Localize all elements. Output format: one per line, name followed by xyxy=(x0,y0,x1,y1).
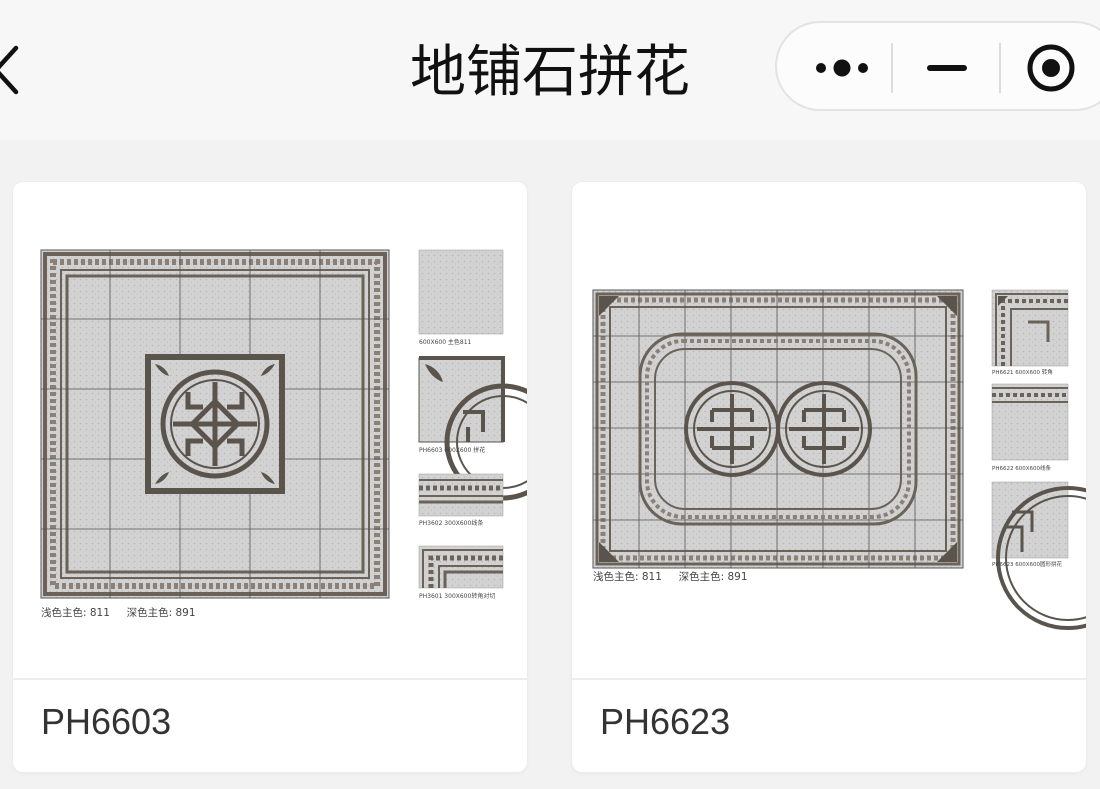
close-target-icon xyxy=(1027,44,1075,92)
product-card[interactable]: PH6621 600X600 转角 PH6622 600X600线条 PH662… xyxy=(572,182,1086,772)
color-label: 浅色主色: 811 深色主色: 891 xyxy=(41,606,196,619)
pattern-drawing-ph6603: 600X600 主色811 PH6603 600X600 拼花 PH3602 3… xyxy=(40,249,527,619)
product-image: 600X600 主色811 PH6603 600X600 拼花 PH3602 3… xyxy=(13,182,527,680)
tile-caption: PH6623 600X600圆形拼花 xyxy=(992,560,1062,568)
tile-caption: PH3601 300X600转角对切 xyxy=(419,592,495,600)
pattern-drawing-ph6623: PH6621 600X600 转角 PH6622 600X600线条 PH662… xyxy=(592,289,1086,630)
product-image: PH6621 600X600 转角 PH6622 600X600线条 PH662… xyxy=(572,182,1086,680)
tile-caption: PH6621 600X600 转角 xyxy=(992,368,1053,376)
tile-caption: PH6622 600X600线条 xyxy=(992,464,1051,472)
product-code: PH6603 xyxy=(41,701,172,742)
tile-caption: 600X600 主色811 xyxy=(419,338,472,346)
tile-caption: PH6603 600X600 拼花 xyxy=(419,446,485,454)
navigation-bar: 地铺石拼花 xyxy=(0,0,1100,140)
minimize-button[interactable] xyxy=(917,43,977,93)
mini-program-capsule xyxy=(775,21,1100,111)
product-code: PH6623 xyxy=(600,701,731,742)
tile-caption: PH3602 300X600线条 xyxy=(419,519,483,527)
close-button[interactable] xyxy=(1021,43,1081,93)
more-button[interactable] xyxy=(807,43,877,93)
color-label: 浅色主色: 811 深色主色: 891 xyxy=(593,570,748,583)
capsule-divider xyxy=(891,43,893,93)
capsule-divider xyxy=(999,43,1001,93)
minimize-icon xyxy=(927,65,967,71)
product-card[interactable]: 600X600 主色811 PH6603 600X600 拼花 PH3602 3… xyxy=(13,182,527,772)
more-icon xyxy=(816,59,868,77)
